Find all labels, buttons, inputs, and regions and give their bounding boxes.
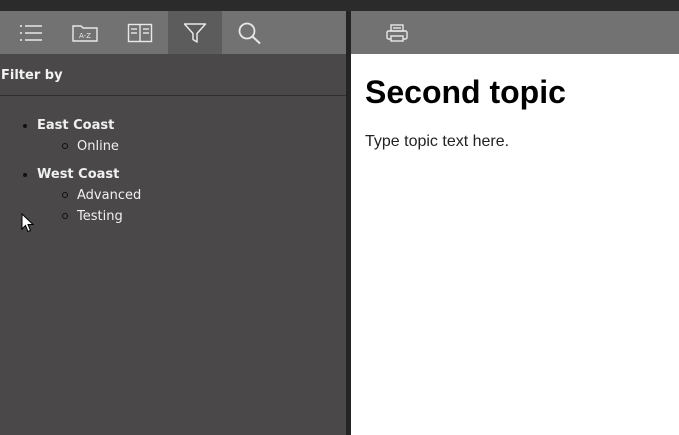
topic-pane: Second topic Type topic text here. [351, 11, 679, 435]
filter-group-east-coast: East Coast Online [0, 116, 346, 157]
toc-button[interactable] [4, 11, 58, 54]
print-button[interactable] [370, 11, 424, 54]
index-folder-icon: A-Z [72, 24, 98, 42]
filter-button[interactable] [168, 11, 222, 54]
topic-toolbar [351, 11, 679, 54]
search-icon [238, 22, 261, 44]
glossary-button[interactable] [113, 11, 167, 54]
mouse-pointer-icon [21, 213, 34, 233]
search-button[interactable] [223, 11, 277, 54]
book-icon [127, 23, 153, 42]
filter-group-west-coast: West Coast Advanced Testing [0, 165, 346, 227]
filter-list: East Coast Online West Coast Advanced Te… [0, 116, 346, 227]
window-top-strip [0, 0, 679, 11]
topic-title: Second topic [365, 74, 566, 110]
print-icon [386, 23, 408, 42]
index-button[interactable]: A-Z [58, 11, 112, 54]
filter-item-testing[interactable]: Testing [0, 206, 346, 227]
index-icon-label: A-Z [79, 32, 91, 40]
navigation-pane: A-Z Filter by East Coast Online West Coa… [0, 11, 346, 435]
filter-group-label[interactable]: West Coast [0, 165, 346, 185]
list-icon [20, 24, 42, 41]
filter-by-heading: Filter by [0, 54, 346, 96]
filter-icon [183, 22, 207, 43]
navigation-toolbar: A-Z [0, 11, 346, 54]
filter-group-label[interactable]: East Coast [0, 116, 346, 136]
filter-item-online[interactable]: Online [0, 136, 346, 157]
filter-item-advanced[interactable]: Advanced [0, 185, 346, 206]
topic-body-text: Type topic text here. [365, 133, 510, 150]
